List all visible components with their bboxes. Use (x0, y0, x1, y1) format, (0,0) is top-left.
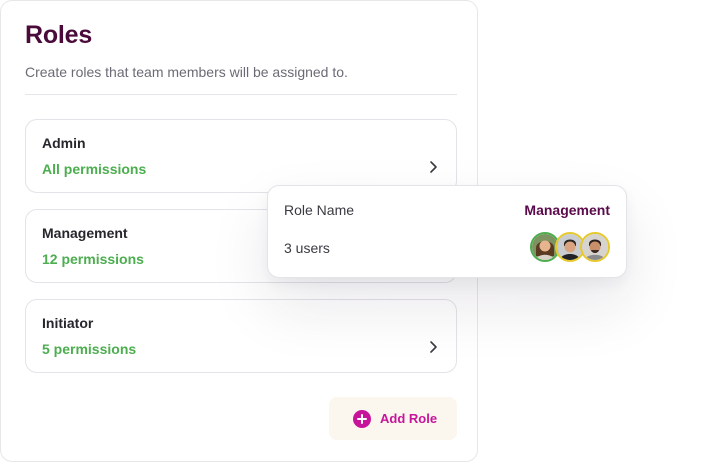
role-name: Admin (42, 135, 86, 151)
plus-circle-icon (353, 410, 371, 428)
chevron-right-icon[interactable] (428, 340, 438, 354)
chevron-right-icon[interactable] (428, 160, 438, 174)
role-name-label: Role Name (284, 202, 355, 218)
role-card-initiator[interactable]: Initiator 5 permissions (25, 299, 457, 373)
role-permissions: All permissions (42, 161, 147, 177)
role-name: Management (42, 225, 128, 241)
page-subtitle: Create roles that team members will be a… (25, 64, 348, 80)
role-details-popover: Role Name Management 3 users (267, 185, 627, 278)
add-role-button[interactable]: Add Role (329, 397, 457, 440)
role-name-value: Management (524, 202, 610, 218)
role-card-admin[interactable]: Admin All permissions (25, 119, 457, 193)
role-permissions: 5 permissions (42, 341, 137, 357)
add-role-label: Add Role (380, 411, 438, 426)
stage: Roles Create roles that team members wil… (0, 0, 711, 464)
role-name: Initiator (42, 315, 94, 331)
divider (25, 94, 457, 95)
page-title: Roles (25, 21, 93, 49)
role-permissions: 12 permissions (42, 251, 144, 267)
user-count: 3 users (284, 240, 330, 256)
avatar-group[interactable] (530, 232, 610, 262)
avatar[interactable] (580, 232, 610, 262)
